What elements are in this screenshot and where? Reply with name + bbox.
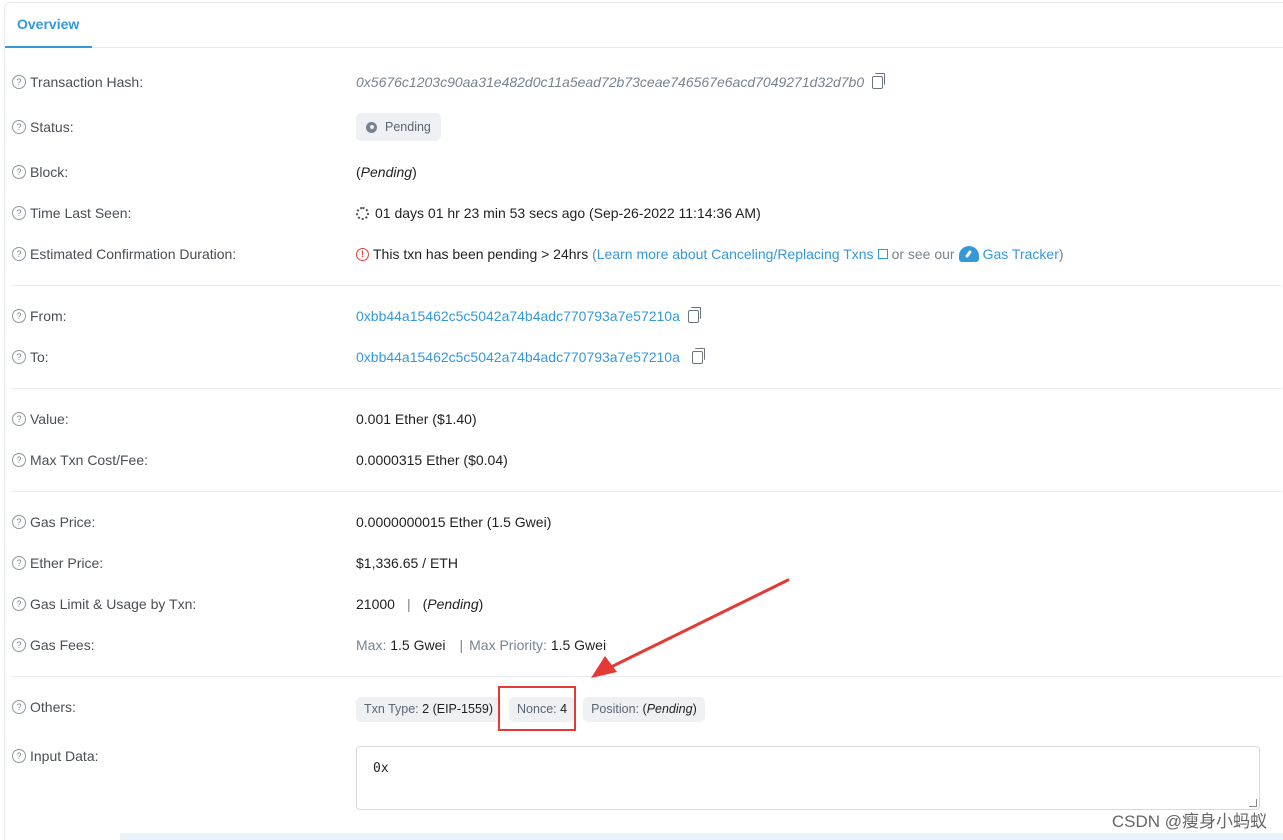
row-to: ? To: 0xbb44a15462c5c5042a74b4adc770793a7… [12, 346, 1282, 368]
max-fee-value: 0.0000315 Ether ($0.04) [356, 452, 508, 468]
annotation-box [498, 686, 576, 731]
input-data-textarea[interactable]: 0x [356, 746, 1260, 810]
row-value: ? Value: 0.001 Ether ($1.40) [12, 408, 1282, 430]
tab-overview[interactable]: Overview [5, 3, 92, 48]
help-icon[interactable]: ? [12, 638, 26, 652]
row-status: ? Status: Pending [12, 113, 1282, 141]
help-icon[interactable]: ? [12, 309, 26, 323]
position-badge: Position: (Pending) [583, 696, 705, 722]
row-from: ? From: 0xbb44a15462c5c5042a74b4adc770793… [12, 305, 1282, 327]
help-icon[interactable]: ? [12, 412, 26, 426]
help-icon[interactable]: ? [12, 120, 26, 134]
help-icon[interactable]: ? [12, 515, 26, 529]
label-transaction-hash: ? Transaction Hash: [12, 71, 143, 93]
row-transaction-hash: ? Transaction Hash: 0x5676c1203c90aa31e48… [12, 71, 1282, 93]
tab-bar: Overview [5, 3, 1283, 48]
help-icon[interactable]: ? [12, 700, 26, 714]
external-link-icon [877, 249, 888, 259]
help-icon[interactable]: ? [12, 165, 26, 179]
transaction-hash-value: 0x5676c1203c90aa31e482d0c11a5ead72b73cea… [356, 74, 865, 90]
copy-icon[interactable] [691, 347, 705, 364]
row-ether-price: ? Ether Price: $1,336.65 / ETH [12, 552, 1282, 574]
row-est-confirmation: ? Estimated Confirmation Duration: ! This… [12, 243, 1282, 265]
from-address-link[interactable]: 0xbb44a15462c5c5042a74b4adc770793a7e5721… [356, 308, 680, 324]
gas-fee-max-value: 1.5 Gwei [390, 637, 446, 653]
help-icon[interactable]: ? [12, 75, 26, 89]
divider [12, 491, 1282, 492]
txn-type-badge: Txn Type: 2 (EIP-1559) [356, 696, 502, 722]
annotation-arrow-icon [591, 578, 790, 678]
divider [12, 388, 1282, 389]
row-block: ? Block: (Pending) [12, 161, 1282, 183]
gas-usage-value: Pending [427, 596, 479, 612]
resize-handle-icon[interactable] [1249, 799, 1257, 807]
gas-limit-value: 21000 [356, 596, 395, 612]
watermark: CSDN @瘦身小蚂蚁 [1111, 812, 1267, 831]
learn-more-link[interactable]: Learn more about Canceling/Replacing Txn… [597, 246, 874, 262]
help-icon[interactable]: ? [12, 749, 26, 763]
help-icon[interactable]: ? [12, 350, 26, 364]
copy-icon[interactable] [872, 72, 886, 89]
value-amount: 0.001 Ether ($1.40) [356, 411, 477, 427]
alert-icon: ! [356, 247, 369, 261]
gas-tracker-link[interactable]: Gas Tracker [983, 246, 1059, 262]
block-value: (Pending) [356, 164, 417, 180]
row-time-last-seen: ? Time Last Seen: 01 days 01 hr 23 min 53… [12, 202, 1282, 224]
help-icon[interactable]: ? [12, 597, 26, 611]
spinner-icon [356, 206, 369, 220]
row-gas-price: ? Gas Price: 0.0000000015 Ether (1.5 Gwei… [12, 511, 1282, 533]
divider [12, 285, 1282, 286]
ether-price-value: $1,336.65 / ETH [356, 555, 458, 571]
help-icon[interactable]: ? [12, 247, 26, 261]
gas-price-value: 0.0000000015 Ether (1.5 Gwei) [356, 514, 552, 530]
help-icon[interactable]: ? [12, 206, 26, 220]
pending-dot-icon [366, 121, 377, 133]
row-max-fee: ? Max Txn Cost/Fee: 0.0000315 Ether ($0.0… [12, 449, 1282, 471]
row-others: ? Others: Txn Type: 2 (EIP-1559) Nonce: 4… [12, 696, 1282, 722]
help-icon[interactable]: ? [12, 453, 26, 467]
to-address-link[interactable]: 0xbb44a15462c5c5042a74b4adc770793a7e5721… [356, 349, 680, 365]
gas-gauge-icon [958, 246, 979, 262]
time-last-seen-value: 01 days 01 hr 23 min 53 secs ago (Sep-26… [375, 205, 761, 221]
bottom-strip [120, 833, 1283, 840]
status-badge: Pending [356, 113, 441, 141]
help-icon[interactable]: ? [12, 556, 26, 570]
copy-icon[interactable] [687, 306, 701, 323]
